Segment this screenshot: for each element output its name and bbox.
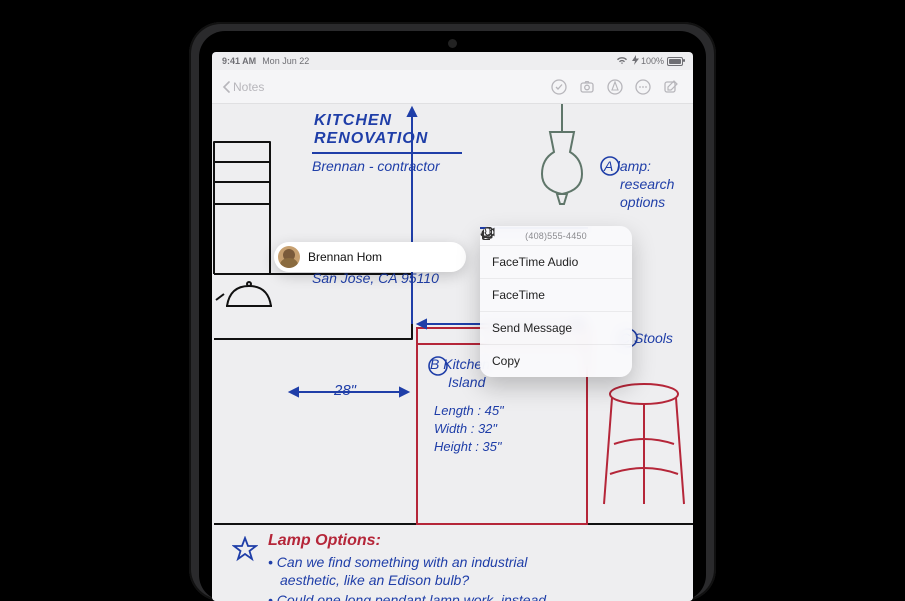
camera-tool[interactable] (575, 75, 599, 99)
context-menu-header: (408)555-4450 (480, 226, 632, 246)
more-tool[interactable] (631, 75, 655, 99)
star-icon (232, 536, 258, 562)
status-bar: 9:41 AM Mon Jun 22 100% (212, 52, 693, 70)
hw-28in: 28" (334, 382, 356, 399)
hw-lamp-sub1: research (620, 176, 674, 192)
compose-icon (662, 78, 680, 96)
hw-lampoptions: Lamp Options: (268, 532, 381, 550)
menu-label: Copy (492, 354, 520, 368)
hw-island-len: Length : 45" (434, 404, 504, 419)
video-icon (604, 287, 620, 303)
contact-suggestion-pill[interactable]: Brennan Hom (274, 242, 466, 272)
hw-island-hei: Height : 35" (434, 440, 502, 455)
back-label: Notes (233, 80, 264, 94)
contact-name: Brennan Hom (308, 250, 382, 264)
menu-send-message[interactable]: Send Message (480, 312, 632, 345)
hw-contractor: Brennan - contractor (312, 158, 440, 174)
wifi-icon (616, 56, 628, 67)
hw-island-sub: Island (448, 374, 485, 390)
checkmark-circle-icon (550, 78, 568, 96)
message-bubble-icon (604, 320, 620, 336)
menu-copy[interactable]: Copy (480, 345, 632, 377)
hw-island-wid: Width : 32" (434, 422, 497, 437)
menu-label: Send Message (492, 321, 572, 335)
menu-facetime-audio[interactable]: FaceTime Audio (480, 246, 632, 279)
phone-icon (604, 254, 620, 270)
markup-tool[interactable] (603, 75, 627, 99)
battery-icon (667, 57, 683, 66)
ellipsis-circle-icon (634, 78, 652, 96)
note-canvas[interactable]: KITCHEN RENOVATION Brennan - contractor … (212, 104, 693, 601)
copy-icon (604, 353, 620, 369)
camera-icon (578, 78, 596, 96)
hw-b2l1: • Could one long pendant lamp work, inst… (268, 592, 546, 601)
chevron-left-icon (222, 81, 230, 93)
back-button[interactable]: Notes (222, 80, 264, 94)
stage: 9:41 AM Mon Jun 22 100% Notes (0, 0, 905, 601)
battery-percent: 100% (641, 56, 664, 66)
avatar (278, 246, 300, 268)
hw-title-l2: RENOVATION (314, 130, 428, 148)
charging-icon (632, 55, 639, 67)
ipad-screen: 9:41 AM Mon Jun 22 100% Notes (212, 52, 693, 601)
hw-b1l2: aesthetic, like an Edison bulb? (280, 572, 469, 588)
compose-tool[interactable] (659, 75, 683, 99)
hw-title-l1: KITCHEN (314, 112, 392, 130)
hw-lamp-label: A lamp: (604, 158, 651, 174)
menu-facetime[interactable]: FaceTime (480, 279, 632, 312)
hw-lamp-sub2: options (620, 194, 665, 210)
hw-b1l1: • Can we find something with an industri… (268, 554, 527, 570)
notes-navbar: Notes (212, 70, 693, 104)
menu-label: FaceTime Audio (492, 255, 578, 269)
hw-addr2: San Jose, CA 95110 (312, 270, 439, 286)
front-camera (448, 39, 457, 48)
status-date: Mon Jun 22 (262, 56, 309, 66)
menu-label: FaceTime (492, 288, 545, 302)
checkmark-tool[interactable] (547, 75, 571, 99)
pencil-tip-circle-icon (606, 78, 624, 96)
phone-context-menu: (408)555-4450 FaceTime Audio FaceTime Se… (480, 226, 632, 377)
status-time: 9:41 AM (222, 56, 256, 66)
